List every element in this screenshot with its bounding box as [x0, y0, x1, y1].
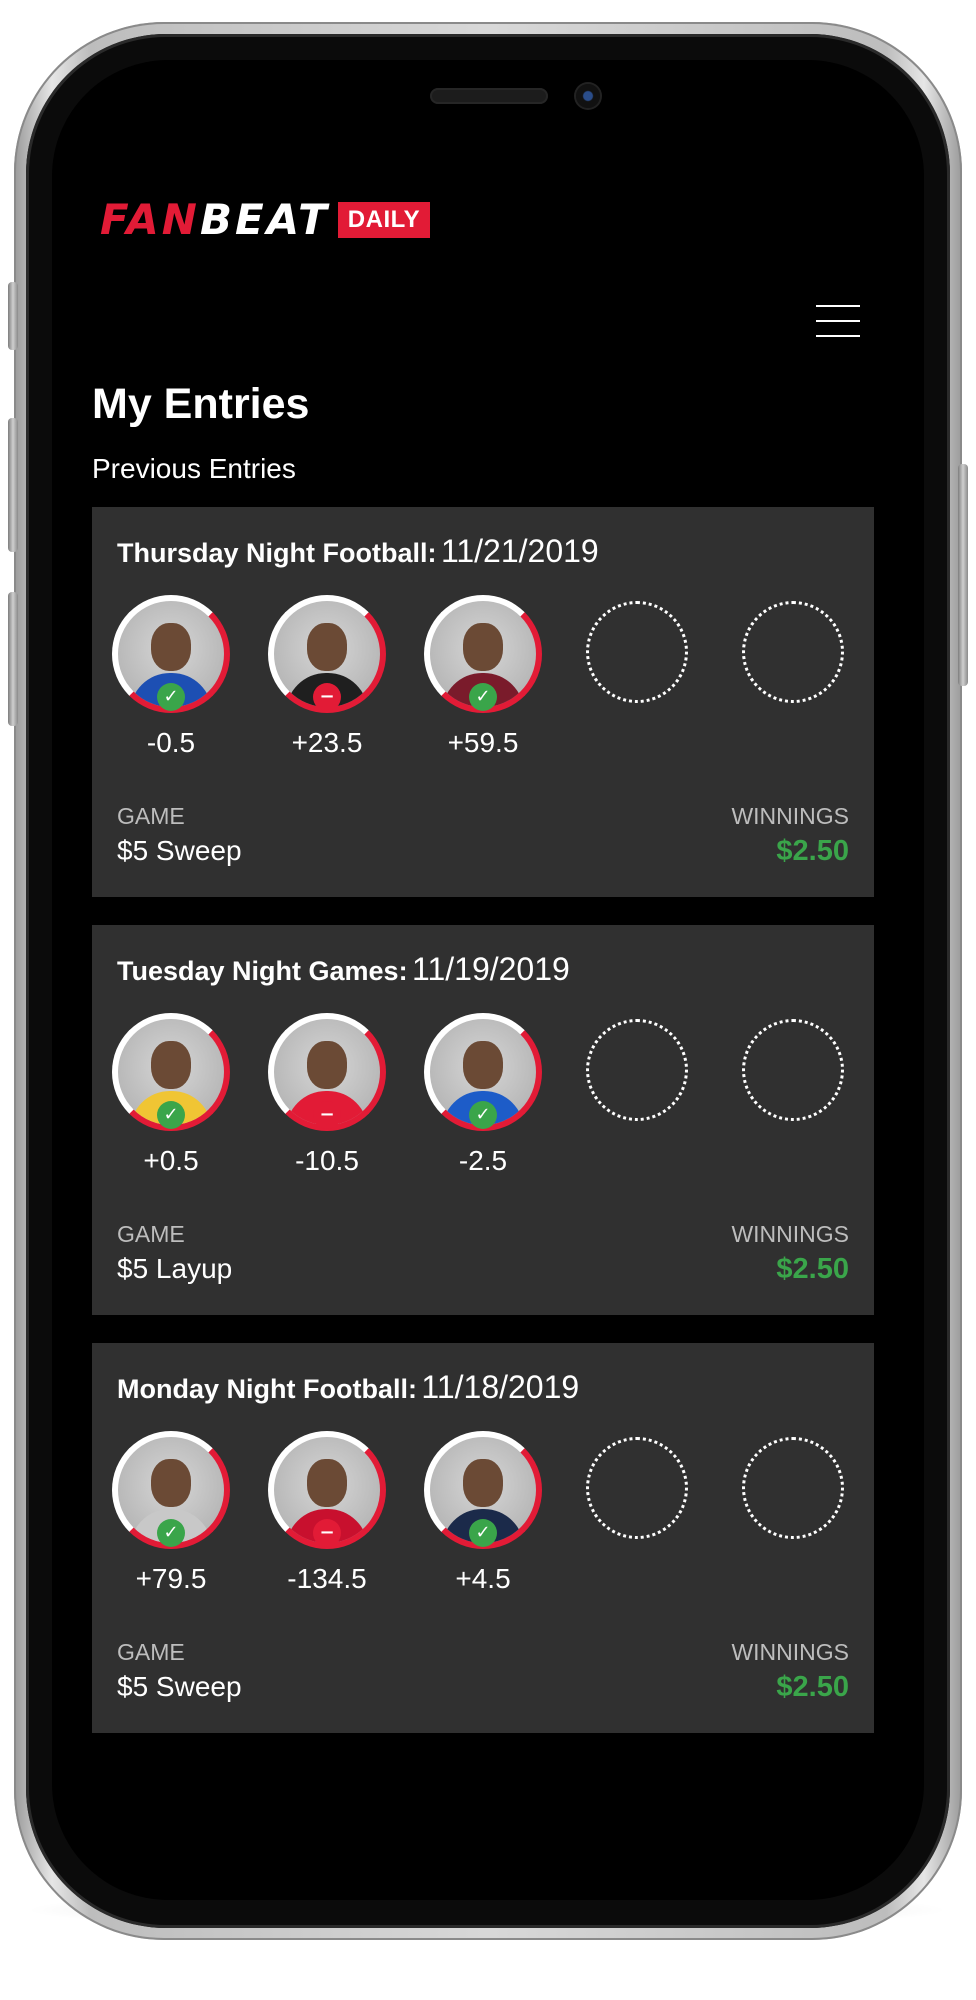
pick-spread: +23.5: [291, 727, 363, 758]
pick-spread: -2.5: [458, 1145, 508, 1176]
player-head: [307, 623, 347, 671]
empty-pick-slot: [586, 1437, 688, 1539]
check-icon: ✓: [469, 683, 497, 711]
fanbeat-daily-logo[interactable]: FANBEAT DAILY: [100, 199, 431, 241]
player-head: [307, 1041, 347, 1089]
winnings-value: $2.50: [776, 1253, 849, 1285]
winnings-value: $2.50: [776, 835, 849, 867]
logo-beat: BEAT: [199, 195, 330, 244]
check-icon: ✓: [157, 1101, 185, 1129]
game-value: $5 Sweep: [117, 835, 242, 866]
empty-pick-slot: [742, 601, 844, 703]
phone-screen: FANBEAT DAILY My Entries Previous Entrie…: [52, 60, 924, 1900]
minus-icon: −: [313, 1101, 341, 1129]
game-value: $5 Layup: [117, 1253, 233, 1284]
player-head: [151, 1459, 191, 1507]
winnings-label: WINNINGS: [731, 803, 849, 829]
phone-speaker: [430, 88, 548, 104]
game-label: GAME: [117, 1639, 185, 1665]
check-icon: ✓: [157, 683, 185, 711]
section-title: Previous Entries: [92, 453, 296, 484]
check-icon: ✓: [157, 1519, 185, 1547]
entry-header: Thursday Night Football: 11/21/2019: [117, 533, 599, 570]
game-label: GAME: [117, 1221, 185, 1247]
empty-pick-slot: [742, 1019, 844, 1121]
empty-pick-slot: [742, 1437, 844, 1539]
phone-volume-down: [8, 592, 18, 726]
player-head: [463, 1459, 503, 1507]
pick-spread: +59.5: [447, 727, 519, 758]
pick-spread: -134.5: [287, 1563, 367, 1594]
pick-spread: -0.5: [146, 727, 196, 758]
winnings-label: WINNINGS: [731, 1221, 849, 1247]
pick-spread: -10.5: [295, 1145, 359, 1176]
entry-event: Thursday Night Football:: [117, 538, 437, 568]
game-value: $5 Sweep: [117, 1671, 242, 1702]
check-icon: ✓: [469, 1519, 497, 1547]
menu-line: [816, 320, 860, 322]
phone-volume-up: [8, 418, 18, 552]
game-label: GAME: [117, 803, 185, 829]
page-title: My Entries: [92, 380, 310, 428]
hamburger-menu-icon[interactable]: [816, 305, 860, 337]
entry-card[interactable]: Thursday Night Football: 11/21/2019 ✓ -0.5…: [92, 507, 874, 897]
minus-icon: −: [313, 1519, 341, 1547]
check-icon: ✓: [469, 1101, 497, 1129]
empty-pick-slot: [586, 601, 688, 703]
entry-event: Tuesday Night Games:: [117, 956, 408, 986]
entry-date: 11/21/2019: [440, 533, 599, 569]
player-head: [151, 623, 191, 671]
entry-date: 11/19/2019: [412, 951, 570, 987]
pick-spread: +79.5: [135, 1563, 207, 1594]
minus-icon: −: [313, 683, 341, 711]
logo-daily-badge: DAILY: [337, 202, 431, 238]
entry-card[interactable]: Tuesday Night Games: 11/19/2019 ✓ +0.5 − -10…: [92, 925, 874, 1315]
player-head: [463, 1041, 503, 1089]
phone-power-button: [958, 464, 968, 686]
player-head: [463, 623, 503, 671]
winnings-label: WINNINGS: [731, 1639, 849, 1665]
pick-spread: +4.5: [455, 1563, 511, 1594]
entry-header: Monday Night Football: 11/18/2019: [117, 1369, 579, 1406]
menu-line: [816, 335, 860, 337]
phone-silent-switch: [8, 282, 18, 350]
player-head: [151, 1041, 191, 1089]
logo-wordmark: FANBEAT: [100, 199, 330, 241]
pick-spread: +0.5: [143, 1145, 199, 1176]
logo-fan: FAN: [100, 195, 200, 244]
menu-line: [816, 305, 860, 307]
entry-date: 11/18/2019: [421, 1369, 580, 1405]
entry-event: Monday Night Football:: [117, 1374, 417, 1404]
entry-header: Tuesday Night Games: 11/19/2019: [117, 951, 570, 988]
entry-card[interactable]: Monday Night Football: 11/18/2019 ✓ +79.5 −…: [92, 1343, 874, 1733]
empty-pick-slot: [586, 1019, 688, 1121]
phone-camera: [574, 82, 602, 110]
winnings-value: $2.50: [776, 1671, 849, 1703]
player-head: [307, 1459, 347, 1507]
